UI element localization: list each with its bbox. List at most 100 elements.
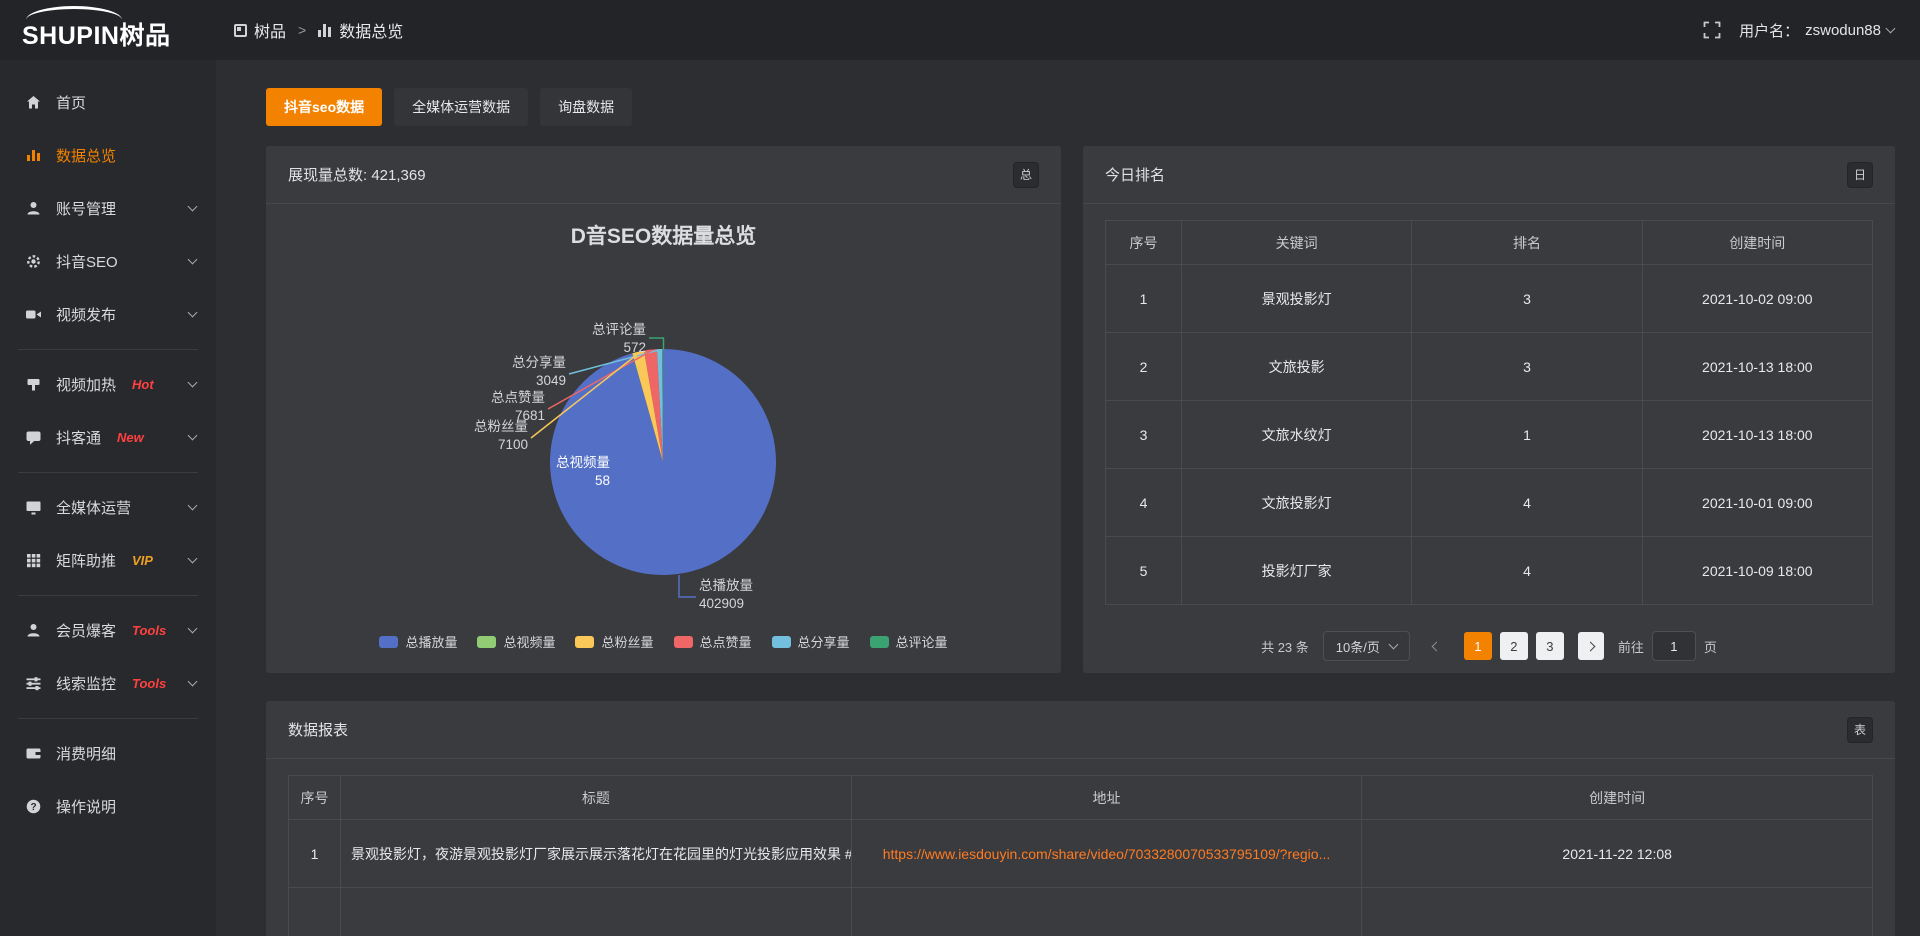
sidebar-item-label: 抖客通	[56, 427, 101, 448]
ranking-cell: 4	[1412, 537, 1642, 605]
tab-询盘数据[interactable]: 询盘数据	[540, 88, 632, 126]
chevron-down-icon	[188, 308, 198, 318]
legend-item-总粉丝量[interactable]: 总粉丝量	[575, 632, 653, 651]
ranking-cell: 文旅投影	[1182, 333, 1412, 401]
goto-page-input[interactable]	[1652, 631, 1696, 661]
sidebar-item-monitor-全媒体运营[interactable]: 全媒体运营	[0, 481, 216, 534]
username-label: 用户名：	[1739, 20, 1799, 41]
legend-label: 总视频量	[503, 632, 555, 651]
prev-page-button[interactable]	[1424, 632, 1450, 660]
topbar-right: 用户名：zswodun88	[1703, 20, 1920, 41]
legend-item-总视频量[interactable]: 总视频量	[477, 632, 555, 651]
table-badge[interactable]: 表	[1847, 717, 1873, 743]
pie-label-总粉丝量: 总粉丝量	[474, 419, 528, 434]
page-button-3[interactable]: 3	[1536, 632, 1564, 660]
ranking-cell: 3	[1106, 401, 1182, 469]
sidebar-item-question-操作说明[interactable]: ?操作说明	[0, 780, 216, 833]
sidebar-item-user-账号管理[interactable]: 账号管理	[0, 182, 216, 235]
report-header-创建时间: 创建时间	[1362, 776, 1873, 820]
ranking-cell: 1	[1412, 401, 1642, 469]
legend-item-总分享量[interactable]: 总分享量	[772, 632, 850, 651]
breadcrumb-separator: >	[298, 22, 306, 38]
logo[interactable]: SHUPIN树品	[0, 0, 216, 60]
page-button-1[interactable]: 1	[1464, 632, 1492, 660]
chevron-down-icon	[188, 624, 198, 634]
sidebar-item-sliders-线索监控[interactable]: 线索监控Tools	[0, 657, 216, 710]
sidebar-item-label: 抖音SEO	[56, 251, 118, 272]
sidebar-item-bar-chart-数据总览[interactable]: 数据总览	[0, 129, 216, 182]
goto-page: 前往 页	[1618, 631, 1717, 661]
sidebar-item-home-首页[interactable]: 首页	[0, 76, 216, 129]
sidebar-item-gear-抖音SEO[interactable]: 抖音SEO	[0, 235, 216, 288]
legend-label: 总粉丝量	[601, 632, 653, 651]
legend-item-总评论量[interactable]: 总评论量	[870, 632, 948, 651]
sidebar-item-wallet-消费明细[interactable]: 消费明细	[0, 727, 216, 780]
user-menu[interactable]: 用户名：zswodun88	[1739, 20, 1894, 41]
ranking-cell: 文旅水纹灯	[1182, 401, 1412, 469]
sidebar-item-label: 消费明细	[56, 743, 116, 764]
breadcrumb-root[interactable]: 树品	[234, 18, 286, 42]
breadcrumb-root-label: 树品	[254, 18, 286, 42]
sidebar-item-video-视频发布[interactable]: 视频发布	[0, 288, 216, 341]
report-link[interactable]: https://www.iesdouyin.com/share/video/70…	[883, 846, 1331, 862]
legend-swatch	[870, 636, 889, 648]
main-content: 抖音seo数据全媒体运营数据询盘数据 展现量总数: 421,369 总 D音SE…	[216, 60, 1920, 936]
sidebar-item-label: 会员爆客	[56, 620, 116, 641]
app-shell: 首页数据总览账号管理抖音SEO 视频发布视频加热Hot 抖客通 New 全媒体运营矩阵助…	[0, 60, 1920, 936]
fullscreen-icon[interactable]	[1703, 21, 1721, 39]
page-size-select[interactable]: 10条/页	[1323, 631, 1410, 661]
sidebar-divider	[18, 472, 198, 473]
page-button-2[interactable]: 2	[1500, 632, 1528, 660]
tab-抖音seo数据[interactable]: 抖音seo数据	[266, 88, 382, 126]
panels-row: 展现量总数: 421,369 总 D音SEO数据量总览 总评论量572总分享量3…	[266, 146, 1895, 673]
ranking-cell: 2021-10-13 18:00	[1643, 333, 1873, 401]
report-cell-title: 景观投影灯，夜游景观投影灯厂家展示展示落花灯在花园里的灯光投影应用效果 #	[341, 820, 852, 888]
overview-panel: 展现量总数: 421,369 总 D音SEO数据量总览 总评论量572总分享量3…	[266, 146, 1061, 673]
data-tabs: 抖音seo数据全媒体运营数据询盘数据	[266, 88, 1895, 126]
ranking-cell: 2021-10-01 09:00	[1643, 469, 1873, 537]
pie-label-总视频量-value: 58	[595, 473, 610, 488]
legend-label: 总评论量	[896, 632, 948, 651]
report-cell-empty	[852, 888, 1363, 936]
ranking-panel: 今日排名 日 序号关键词排名创建时间1景观投影灯32021-10-02 09:0…	[1083, 146, 1895, 673]
legend-item-总播放量[interactable]: 总播放量	[379, 632, 457, 651]
ranking-cell: 5	[1106, 537, 1182, 605]
pie-chart: 总评论量572总分享量3049总点赞量7681总粉丝量7100总视频量58总播放…	[266, 250, 1061, 632]
breadcrumb-current[interactable]: 数据总览	[318, 18, 403, 42]
report-panel: 数据报表 表 序号标题地址创建时间1景观投影灯，夜游景观投影灯厂家展示展示落花灯…	[266, 701, 1895, 936]
ranking-panel-title: 今日排名	[1105, 164, 1165, 185]
day-badge[interactable]: 日	[1847, 162, 1873, 188]
sidebar-item-tag: Tools	[132, 623, 166, 638]
report-header-地址: 地址	[852, 776, 1363, 820]
legend-item-总点赞量[interactable]: 总点赞量	[674, 632, 752, 651]
pie-label-总视频量: 总视频量	[556, 455, 610, 470]
chart-legend: 总播放量 总视频量 总粉丝量 总点赞量 总分享量 总评论量	[266, 632, 1061, 673]
pie-label-总粉丝量-value: 7100	[498, 437, 528, 452]
ranking-cell: 2021-10-13 18:00	[1643, 401, 1873, 469]
report-header-标题: 标题	[341, 776, 852, 820]
ranking-cell: 文旅投影灯	[1182, 469, 1412, 537]
sidebar-item-user-会员爆客[interactable]: 会员爆客 Tools	[0, 604, 216, 657]
report-cell-empty	[1362, 888, 1873, 936]
next-page-button[interactable]	[1578, 632, 1604, 660]
pie-label-总点赞量: 总点赞量	[491, 390, 545, 405]
sidebar: 首页数据总览账号管理抖音SEO 视频发布视频加热Hot 抖客通 New 全媒体运营矩阵助…	[0, 60, 216, 936]
chevron-down-icon	[1388, 639, 1398, 649]
sidebar-item-grid-矩阵助推[interactable]: 矩阵助推VIP	[0, 534, 216, 587]
sidebar-item-chat-抖客通[interactable]: 抖客通 New	[0, 411, 216, 464]
sidebar-item-tag: New	[117, 430, 144, 445]
tab-全媒体运营数据[interactable]: 全媒体运营数据	[394, 88, 528, 126]
report-table: 序号标题地址创建时间1景观投影灯，夜游景观投影灯厂家展示展示落花灯在花园里的灯光…	[288, 775, 1873, 936]
logo-arc	[26, 6, 122, 20]
report-cell-index: 1	[289, 820, 341, 888]
home-icon	[24, 94, 42, 112]
bar-chart-icon	[24, 147, 42, 165]
legend-swatch	[575, 636, 594, 648]
total-badge[interactable]: 总	[1013, 162, 1039, 188]
page-size-value: 10条/页	[1336, 637, 1380, 656]
logo-text: SHUPIN树品	[22, 16, 170, 52]
report-panel-title: 数据报表	[288, 719, 348, 740]
heat-icon	[24, 376, 42, 394]
sidebar-item-heat-视频加热[interactable]: 视频加热Hot	[0, 358, 216, 411]
chevron-down-icon	[1886, 23, 1896, 33]
